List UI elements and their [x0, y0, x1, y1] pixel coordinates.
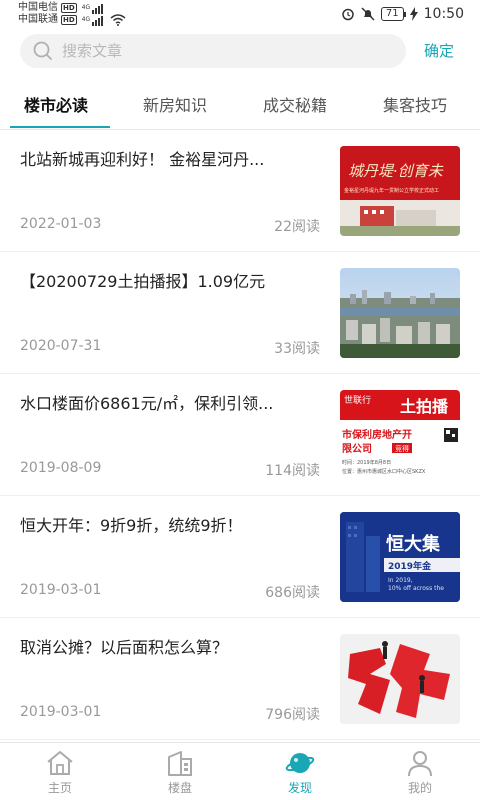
search-bar[interactable] — [20, 34, 406, 68]
article-title: 取消公摊？以后面积怎么算？ — [20, 638, 229, 657]
nav-buildings[interactable]: 楼盘 — [120, 743, 240, 800]
article-read-count: 22阅读 — [274, 219, 320, 235]
article-date: 2019-03-01 — [20, 582, 102, 598]
nav-discover[interactable]: 发现 — [240, 743, 360, 800]
svg-text:In 2019,: In 2019, — [388, 577, 413, 584]
article-title: 水口楼面价6861元/㎡，保利引领... — [20, 394, 274, 413]
article-thumbnail: 世联行 土拍播 市保利房地产开 限公司 竞得 时间：2019年8月8日 位置：惠… — [340, 390, 460, 480]
article-item[interactable]: 水口楼面价6861元/㎡，保利引领... 2019-08-09 114阅读 世联… — [0, 374, 480, 496]
article-item[interactable]: 恒大开年：9折9折，统统9折！ 2019-03-01 686阅读 恒大集 201… — [0, 496, 480, 618]
active-tab-indicator — [10, 126, 110, 128]
article-title: 北站新城再迎利好！ 金裕星河丹... — [20, 150, 265, 169]
thumbnail-graphic: 城丹堤·创育未 金裕星河丹堤九年一贯制公立学校正式动工 — [340, 146, 460, 236]
svg-text:时间：2019年8月8日: 时间：2019年8月8日 — [342, 459, 391, 466]
svg-text:2019年金: 2019年金 — [388, 560, 432, 572]
category-tabs: 楼市必读 新房知识 成交秘籍 集客技巧 — [0, 82, 480, 130]
svg-text:竞得: 竞得 — [395, 444, 409, 453]
status-right: 71 10:50 — [341, 6, 464, 22]
svg-text:城丹堤·创育未: 城丹堤·创育未 — [348, 162, 444, 180]
hd-badge: HD — [61, 15, 77, 25]
article-thumbnail — [340, 268, 460, 358]
article-read-count: 114阅读 — [265, 463, 320, 479]
red-character-illustration — [340, 634, 460, 724]
bottom-navigation: 主页 楼盘 发现 我的 — [0, 742, 480, 800]
tab-must-read[interactable]: 楼市必读 — [24, 92, 88, 116]
article-read-count: 33阅读 — [274, 341, 320, 357]
article-list: 北站新城再迎利好！ 金裕星河丹... 2022-01-03 22阅读 城丹堤·创… — [0, 130, 480, 740]
article-date: 2022-01-03 — [20, 216, 102, 232]
evergrande-promo-image: 恒大集 2019年金 In 2019, 10% off across the — [340, 512, 460, 602]
article-title: 恒大开年：9折9折，统统9折！ — [20, 516, 243, 535]
clock: 10:50 — [423, 6, 464, 22]
nav-buildings-label: 楼盘 — [167, 781, 192, 795]
tab-new-house-knowledge[interactable]: 新房知识 — [143, 92, 207, 116]
svg-text:土拍播: 土拍播 — [400, 397, 449, 416]
signal-icon: 4G — [82, 2, 104, 14]
article-date: 2019-03-01 — [20, 704, 102, 720]
svg-text:恒大集: 恒大集 — [386, 533, 441, 555]
svg-text:限公司: 限公司 — [342, 443, 372, 455]
alarm-icon — [342, 8, 354, 21]
status-bar: 中国电信 HD 4G 中国联通 HD 4G 71 10:50 — [0, 0, 480, 28]
article-read-count: 796阅读 — [265, 707, 320, 723]
svg-text:金裕星河丹堤九年一贯制公立学校正式动工: 金裕星河丹堤九年一贯制公立学校正式动工 — [344, 187, 439, 194]
nav-me[interactable]: 我的 — [360, 743, 480, 800]
home-icon — [47, 751, 73, 775]
article-thumbnail — [340, 634, 460, 724]
hd-badge: HD — [61, 3, 77, 13]
article-item[interactable]: 北站新城再迎利好！ 金裕星河丹... 2022-01-03 22阅读 城丹堤·创… — [0, 130, 480, 252]
signal-icon: 4G — [82, 14, 104, 26]
charging-icon — [409, 7, 418, 21]
article-date: 2020-07-31 — [20, 338, 102, 354]
search-icon — [33, 41, 52, 60]
nav-me-label: 我的 — [407, 781, 432, 795]
land-auction-poster: 世联行 土拍播 市保利房地产开 限公司 竞得 时间：2019年8月8日 位置：惠… — [340, 390, 460, 475]
building-icon — [168, 751, 192, 776]
carrier-2: 中国联通 — [18, 14, 58, 25]
wifi-icon — [110, 14, 126, 26]
battery-indicator: 71 — [380, 7, 406, 21]
nav-discover-label: 发现 — [287, 781, 312, 795]
mute-icon — [361, 7, 375, 21]
search-input[interactable] — [62, 42, 362, 60]
tab-deal-secrets[interactable]: 成交秘籍 — [263, 92, 327, 116]
planet-icon — [285, 753, 315, 773]
user-icon — [408, 751, 432, 777]
nav-home[interactable]: 主页 — [0, 743, 120, 800]
city-aerial-image — [340, 268, 460, 358]
article-item[interactable]: 取消公摊？以后面积怎么算？ 2019-03-01 796阅读 — [0, 618, 480, 740]
article-thumbnail: 恒大集 2019年金 In 2019, 10% off across the — [340, 512, 460, 602]
svg-text:位置：惠州市惠城区水口中心区SKZX: 位置：惠州市惠城区水口中心区SKZX — [342, 468, 426, 475]
svg-text:10% off across the: 10% off across the — [388, 585, 444, 592]
article-title: 【20200729土拍播报】1.09亿元 — [20, 272, 266, 291]
tab-customer-skills[interactable]: 集客技巧 — [383, 92, 447, 116]
article-thumbnail: 城丹堤·创育未 金裕星河丹堤九年一贯制公立学校正式动工 — [340, 146, 460, 236]
article-read-count: 686阅读 — [265, 585, 320, 601]
article-date: 2019-08-09 — [20, 460, 102, 476]
carrier-1: 中国电信 — [18, 2, 58, 13]
carrier-info: 中国电信 HD 4G 中国联通 HD 4G — [18, 2, 126, 26]
article-item[interactable]: 【20200729土拍播报】1.09亿元 2020-07-31 33阅读 — [0, 252, 480, 374]
confirm-button[interactable]: 确定 — [424, 40, 454, 61]
svg-text:世联行: 世联行 — [344, 394, 371, 406]
nav-home-label: 主页 — [47, 781, 72, 795]
svg-text:市保利房地产开: 市保利房地产开 — [342, 428, 412, 441]
